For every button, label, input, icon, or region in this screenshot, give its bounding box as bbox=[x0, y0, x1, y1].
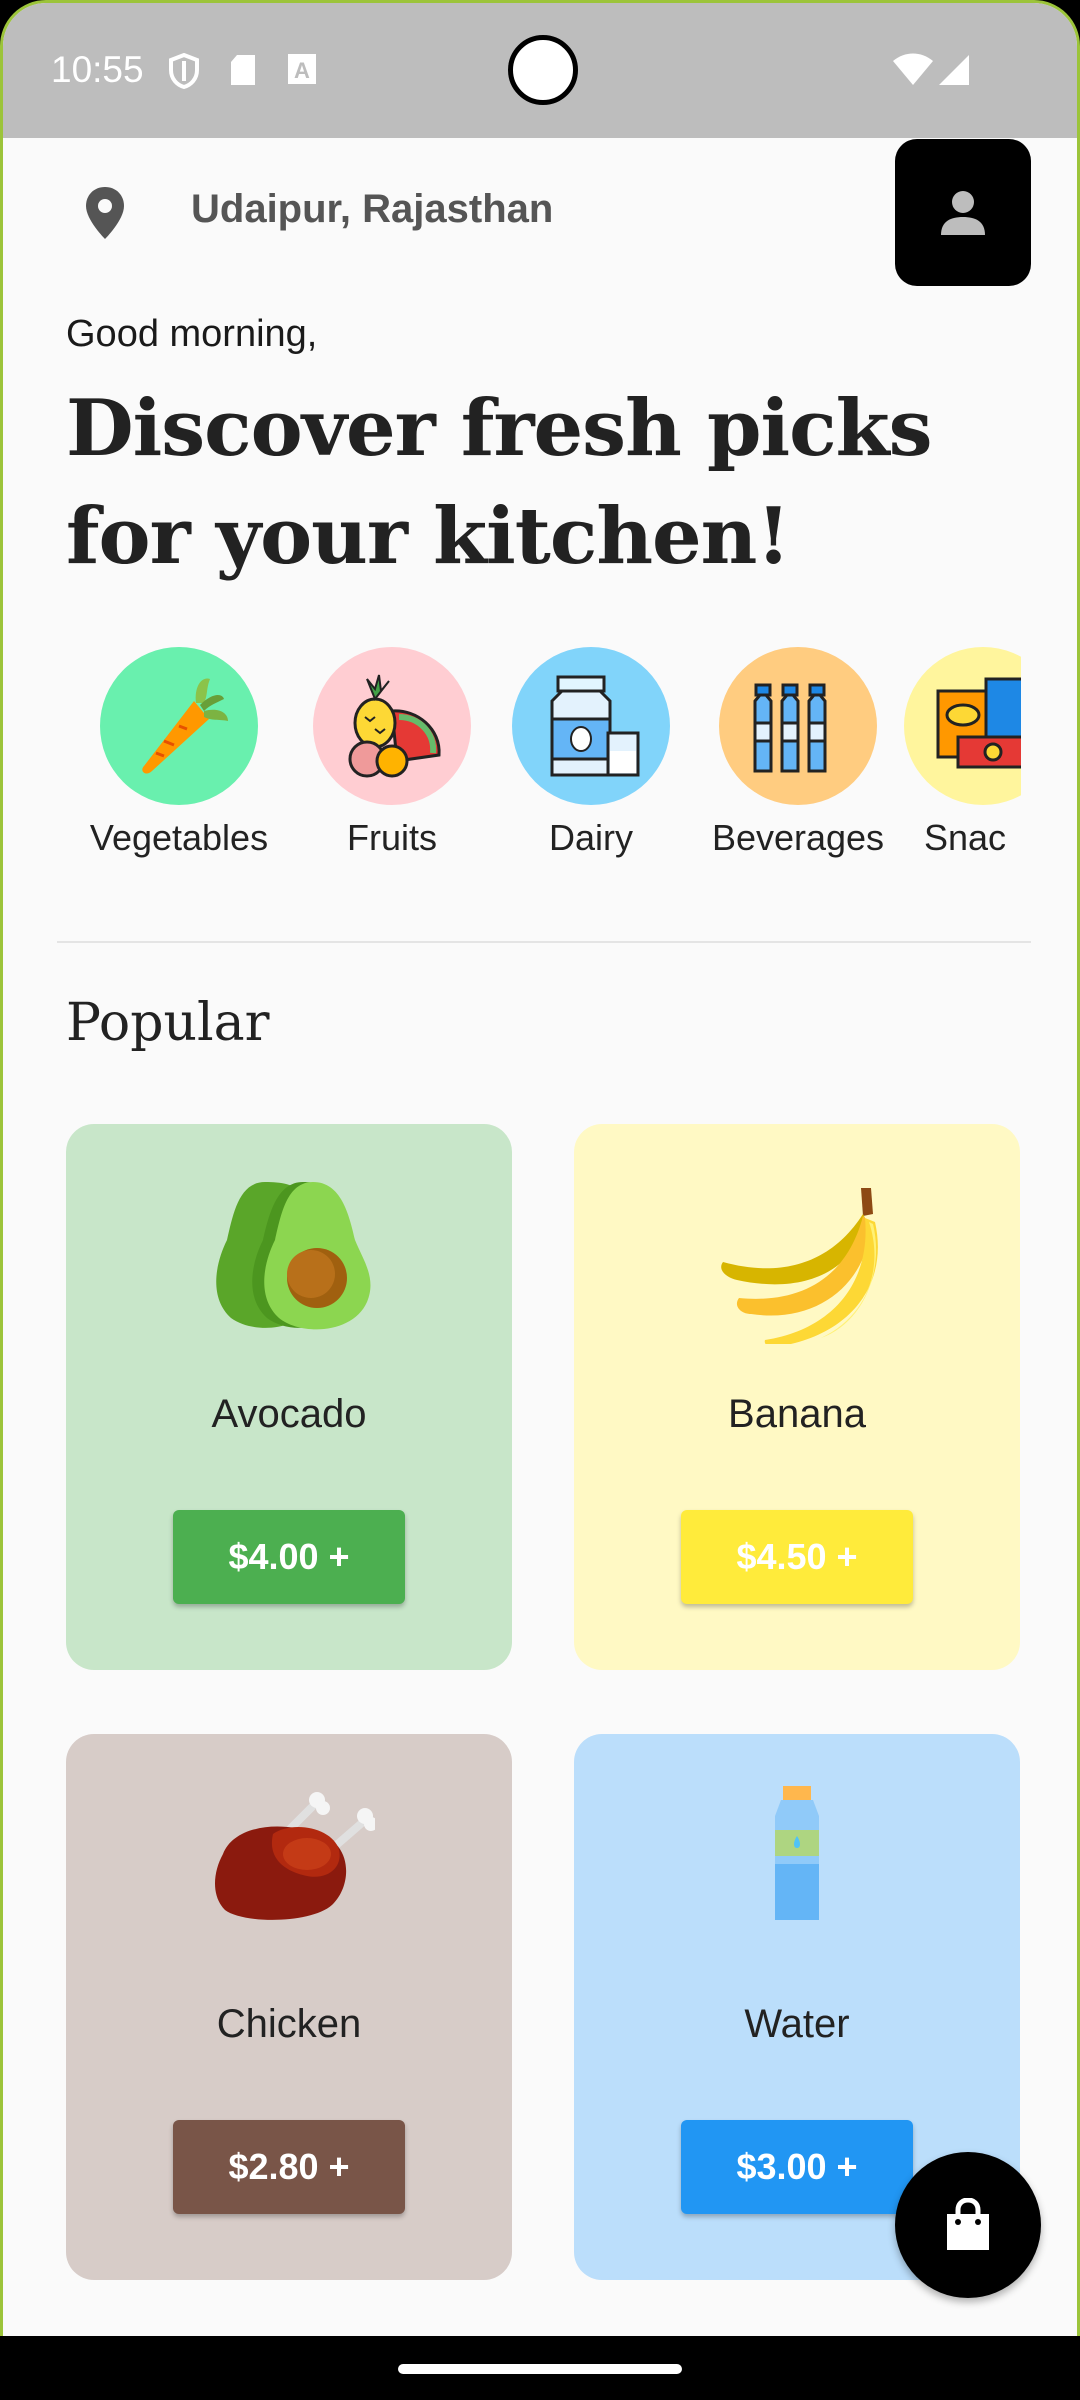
category-dairy[interactable]: Dairy bbox=[491, 647, 691, 859]
category-label: Vegetables bbox=[89, 817, 269, 858]
location-label[interactable]: Udaipur, Rajasthan bbox=[191, 187, 553, 232]
product-name: Water bbox=[744, 2002, 850, 2046]
profile-button[interactable] bbox=[895, 139, 1031, 286]
section-title-popular: Popular bbox=[66, 993, 270, 1053]
category-circle bbox=[100, 647, 258, 805]
category-circle bbox=[719, 647, 877, 805]
page-title: Discover fresh picks for your kitchen! bbox=[66, 383, 933, 582]
add-to-cart-button[interactable]: $4.00 + bbox=[173, 1510, 405, 1604]
status-time: 10:55 bbox=[51, 49, 144, 90]
category-label: Fruits bbox=[347, 817, 437, 858]
category-snacks[interactable]: Snac bbox=[904, 647, 1021, 859]
banana-icon bbox=[711, 1174, 883, 1349]
avocado-icon bbox=[203, 1174, 375, 1339]
category-vegetables[interactable]: Vegetables bbox=[79, 647, 279, 859]
a-icon: A bbox=[287, 53, 317, 90]
chicken-icon bbox=[203, 1784, 378, 1929]
app-screen: 10:55 A Udaipur, Rajasthan Good morning,… bbox=[0, 0, 1080, 2400]
category-beverages[interactable]: Beverages bbox=[698, 647, 898, 859]
category-list[interactable]: Vegetables Fruits Dairy Beverages Snac bbox=[66, 647, 1021, 867]
divider bbox=[57, 941, 1031, 943]
status-bar: 10:55 A bbox=[3, 3, 1077, 138]
cart-fab-button[interactable] bbox=[895, 2152, 1041, 2298]
wifi-icon bbox=[891, 53, 935, 92]
product-card-chicken[interactable]: Chicken $2.80 + bbox=[66, 1734, 512, 2280]
category-circle bbox=[904, 647, 1021, 805]
greeting-text: Good morning, bbox=[66, 313, 318, 355]
add-to-cart-button[interactable]: $2.80 + bbox=[173, 2120, 405, 2214]
camera-cutout bbox=[508, 35, 578, 105]
product-card-avocado[interactable]: Avocado $4.00 + bbox=[66, 1124, 512, 1670]
home-indicator[interactable] bbox=[398, 2364, 682, 2374]
location-pin-icon[interactable] bbox=[83, 185, 127, 246]
product-name: Banana bbox=[728, 1392, 866, 1436]
category-label: Beverages bbox=[711, 817, 885, 858]
product-card-banana[interactable]: Banana $4.50 + bbox=[574, 1124, 1020, 1670]
shield-icon bbox=[169, 52, 199, 94]
sd-card-icon bbox=[229, 53, 257, 92]
category-label: Dairy bbox=[548, 817, 633, 858]
signal-icon bbox=[937, 53, 971, 92]
product-name: Avocado bbox=[211, 1392, 367, 1436]
water-bottle-icon bbox=[757, 1784, 837, 1929]
add-to-cart-button[interactable]: $3.00 + bbox=[681, 2120, 913, 2214]
category-fruits[interactable]: Fruits bbox=[292, 647, 492, 859]
category-circle bbox=[512, 647, 670, 805]
svg-text:A: A bbox=[294, 58, 310, 83]
add-to-cart-button[interactable]: $4.50 + bbox=[681, 1510, 913, 1604]
category-label: Snac bbox=[924, 817, 1007, 858]
product-name: Chicken bbox=[216, 2002, 362, 2046]
category-circle bbox=[313, 647, 471, 805]
